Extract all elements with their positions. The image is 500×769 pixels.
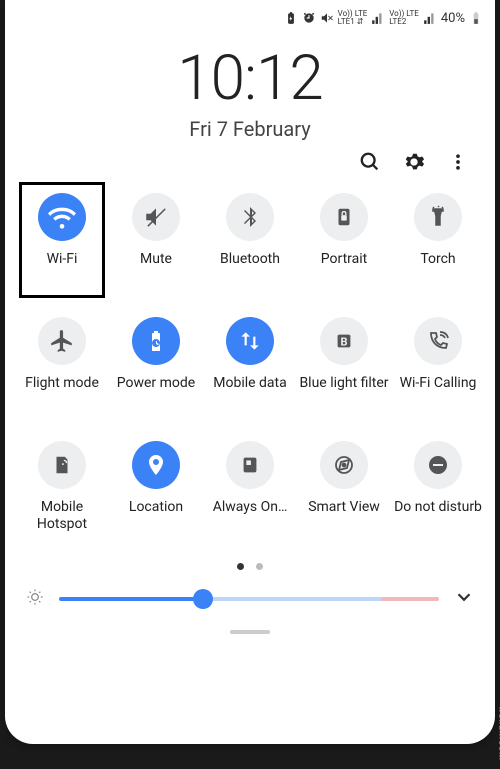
airplane-icon: [38, 317, 86, 365]
tile-bluetooth[interactable]: Bluetooth: [203, 187, 297, 311]
device-frame: Vo)) LTELTE1 ⇵ Vo)) LTELTE2 40% 10:12 Fr…: [0, 0, 500, 769]
tile-label: Mobile Hotspot: [15, 499, 109, 533]
tile-label: Blue light filter: [299, 375, 388, 409]
quick-settings-panel: Vo)) LTELTE1 ⇵ Vo)) LTELTE2 40% 10:12 Fr…: [5, 0, 495, 744]
tile-smart-view[interactable]: Smart View: [297, 435, 391, 559]
clock: 10:12: [5, 42, 495, 115]
expand-brightness-icon[interactable]: [453, 586, 475, 612]
portrait-lock-icon: [320, 193, 368, 241]
page-indicator[interactable]: [5, 563, 495, 570]
brightness-slider[interactable]: [59, 597, 439, 601]
smart-view-icon: [320, 441, 368, 489]
tile-label: Portrait: [321, 251, 367, 285]
tile-label: Flight mode: [25, 375, 99, 409]
mobile-data-icon: [226, 317, 274, 365]
battery-pct: 40%: [441, 11, 465, 26]
tile-mute[interactable]: Mute: [109, 187, 203, 311]
tile-label: Do not disturb: [394, 499, 482, 533]
svg-text:B: B: [340, 336, 347, 349]
volte1-indicator: Vo)) LTELTE1 ⇵: [338, 10, 368, 26]
panel-actions: [5, 141, 495, 173]
volte2-indicator: Vo)) LTELTE2: [389, 10, 419, 26]
location-icon: [132, 441, 180, 489]
torch-icon: [414, 193, 462, 241]
tile-label: Mute: [140, 251, 172, 285]
mute-icon: [132, 193, 180, 241]
tile-flight-mode[interactable]: Flight mode: [15, 311, 109, 435]
signal1-icon: [371, 11, 385, 25]
battery-saver-icon: [284, 11, 298, 25]
hotspot-icon: [38, 441, 86, 489]
tile-mobile-data[interactable]: Mobile data: [203, 311, 297, 435]
quick-settings-grid: Wi-Fi Mute Bluetooth Portrait Torch: [5, 173, 495, 559]
tile-wifi-calling[interactable]: Wi-Fi Calling: [391, 311, 485, 435]
tile-label: Wi-Fi Calling: [400, 375, 477, 409]
tile-label: Bluetooth: [220, 251, 280, 285]
battery-icon: [469, 11, 483, 25]
brightness-row: [5, 570, 495, 622]
tile-label: Mobile data: [213, 375, 286, 409]
tile-wifi[interactable]: Wi-Fi: [15, 187, 109, 311]
tile-location[interactable]: Location: [109, 435, 203, 559]
wifi-icon: [38, 193, 86, 241]
settings-gear-icon[interactable]: [403, 151, 425, 173]
wifi-calling-icon: [414, 317, 462, 365]
tile-dnd[interactable]: Do not disturb: [391, 435, 485, 559]
bluetooth-icon: [226, 193, 274, 241]
tile-always-on[interactable]: Always On…: [203, 435, 297, 559]
tile-label: Wi-Fi: [47, 251, 78, 285]
dnd-icon: [414, 441, 462, 489]
power-mode-icon: [132, 317, 180, 365]
page-dot-1: [237, 563, 244, 570]
tile-label: Power mode: [117, 375, 195, 409]
tile-hotspot[interactable]: Mobile Hotspot: [15, 435, 109, 559]
search-icon[interactable]: [359, 151, 381, 173]
tile-label: Location: [129, 499, 183, 533]
signal2-icon: [423, 11, 437, 25]
tile-portrait[interactable]: Portrait: [297, 187, 391, 311]
tile-label: Always On…: [213, 499, 288, 533]
status-bar: Vo)) LTELTE1 ⇵ Vo)) LTELTE2 40%: [5, 0, 495, 32]
brightness-icon: [25, 587, 45, 611]
always-on-icon: [226, 441, 274, 489]
tile-power-mode[interactable]: Power mode: [109, 311, 203, 435]
tile-torch[interactable]: Torch: [391, 187, 485, 311]
alarm-icon: [302, 11, 316, 25]
drag-handle[interactable]: [230, 630, 270, 634]
brightness-thumb[interactable]: [193, 589, 213, 609]
watermark: wsxdn.com: [496, 706, 500, 761]
page-dot-2: [256, 563, 263, 570]
tile-label: Smart View: [308, 499, 380, 533]
date: Fri 7 February: [5, 117, 495, 141]
tile-label: Torch: [420, 251, 455, 285]
tile-blue-light[interactable]: B Blue light filter: [297, 311, 391, 435]
more-icon[interactable]: [447, 151, 469, 173]
mute-icon: [320, 11, 334, 25]
blue-light-icon: B: [320, 317, 368, 365]
